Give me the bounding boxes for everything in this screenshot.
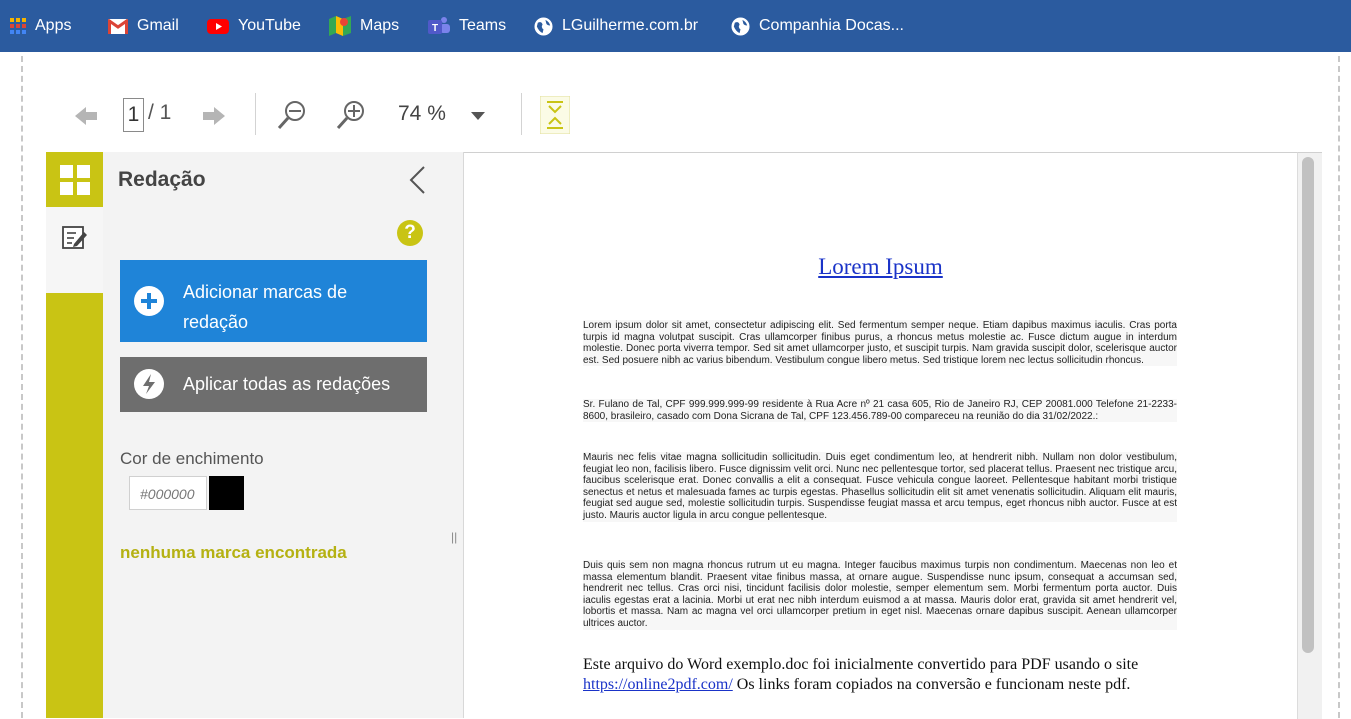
gmail-icon xyxy=(108,18,128,34)
bookmarks-bar: Apps Gmail YouTube Maps T Teams LGuilher… xyxy=(0,0,1351,52)
bookmark-label: Maps xyxy=(360,17,400,34)
bookmark-label: Companhia Docas... xyxy=(759,17,904,34)
zoom-out-icon[interactable] xyxy=(277,100,307,130)
collapse-panel-icon[interactable] xyxy=(408,166,426,194)
redaction-panel: Redação ? Adicionar marcas de redação Ap… xyxy=(103,152,446,718)
zoom-in-icon[interactable] xyxy=(336,100,366,130)
apply-all-redactions-button[interactable]: Aplicar todas as redações xyxy=(120,357,427,412)
fill-color-swatch[interactable] xyxy=(209,476,244,510)
bookmark-gmail[interactable]: Gmail xyxy=(108,0,179,52)
youtube-icon xyxy=(207,18,229,34)
lightning-icon xyxy=(134,369,164,399)
bookmark-label: Teams xyxy=(459,17,507,34)
empty-marks-message: nenhuma marca encontrada xyxy=(120,543,347,562)
panel-splitter[interactable] xyxy=(445,152,464,718)
document-scroll-thumb[interactable] xyxy=(1302,157,1314,653)
page-frame-left xyxy=(21,56,23,718)
next-page-icon[interactable] xyxy=(203,107,225,125)
document-paragraph: Mauris nec felis vitae magna sollicitudi… xyxy=(583,452,1177,522)
toolbar-separator xyxy=(255,93,256,135)
add-button-label: Adicionar marcas de redação xyxy=(183,282,348,332)
fill-color-input[interactable]: #000000 xyxy=(129,476,207,510)
add-redaction-marks-button[interactable]: Adicionar marcas de redação xyxy=(120,260,427,342)
document-paragraph: Duis quis sem non magna rhoncus rutrum u… xyxy=(583,560,1177,630)
bookmark-lguilherme[interactable]: LGuilherme.com.br xyxy=(534,0,698,52)
bookmark-label: LGuilherme.com.br xyxy=(562,17,699,34)
bookmark-teams[interactable]: T Teams xyxy=(428,0,506,52)
fill-color-label: Cor de enchimento xyxy=(120,449,264,468)
final-note-text-end: Os links foram copiados na conversão e f… xyxy=(732,676,1131,693)
viewer-toolbar: 1 / 1 74 % xyxy=(46,80,1336,150)
apply-button-label: Aplicar todas as redações xyxy=(183,374,391,394)
page-number-input[interactable]: 1 xyxy=(123,98,144,132)
document-final-note: Este arquivo do Word exemplo.doc foi ini… xyxy=(583,655,1183,695)
svg-text:T: T xyxy=(432,23,438,34)
bookmark-label: Apps xyxy=(35,17,72,34)
help-icon[interactable]: ? xyxy=(397,220,423,246)
grid-icon xyxy=(60,165,90,195)
bookmark-apps[interactable]: Apps xyxy=(10,0,71,52)
document-paragraph: Lorem ipsum dolor sit amet, consectetur … xyxy=(583,320,1177,367)
redaction-tab[interactable] xyxy=(46,207,103,293)
maps-icon xyxy=(329,16,351,36)
teams-icon: T xyxy=(428,17,450,34)
document-title[interactable]: Lorem Ipsum xyxy=(464,254,1297,280)
online2pdf-link[interactable]: https://online2pdf.com/ xyxy=(583,676,733,693)
bookmark-maps[interactable]: Maps xyxy=(329,0,399,52)
toolbar-separator xyxy=(521,93,522,135)
bookmark-label: Gmail xyxy=(137,17,179,34)
final-note-text: Este arquivo do Word exemplo.doc foi ini… xyxy=(583,656,1139,673)
globe-icon xyxy=(731,16,750,36)
document-page: Lorem Ipsum Lorem ipsum dolor sit amet, … xyxy=(464,152,1297,719)
add-circle-icon xyxy=(134,286,164,316)
page-total: / 1 xyxy=(148,101,172,124)
bookmark-companhia-docas[interactable]: Companhia Docas... xyxy=(731,0,904,52)
splitter-grip-icon[interactable]: || xyxy=(451,530,457,544)
fit-page-icon[interactable] xyxy=(540,96,570,134)
apps-grid-icon xyxy=(10,18,26,34)
globe-icon xyxy=(534,16,553,36)
bookmark-youtube[interactable]: YouTube xyxy=(207,0,301,52)
page-frame-right xyxy=(1338,56,1340,718)
document-paragraph: Sr. Fulano de Tal, CPF 999.999.999-99 re… xyxy=(583,399,1177,423)
bookmark-label: YouTube xyxy=(238,17,301,34)
panel-title: Redação xyxy=(118,168,206,191)
redact-edit-icon xyxy=(62,226,87,249)
zoom-level[interactable]: 74 % xyxy=(398,102,446,126)
chevron-down-icon[interactable] xyxy=(471,112,485,120)
thumbnails-tab[interactable] xyxy=(46,152,103,207)
previous-page-icon[interactable] xyxy=(75,107,97,125)
